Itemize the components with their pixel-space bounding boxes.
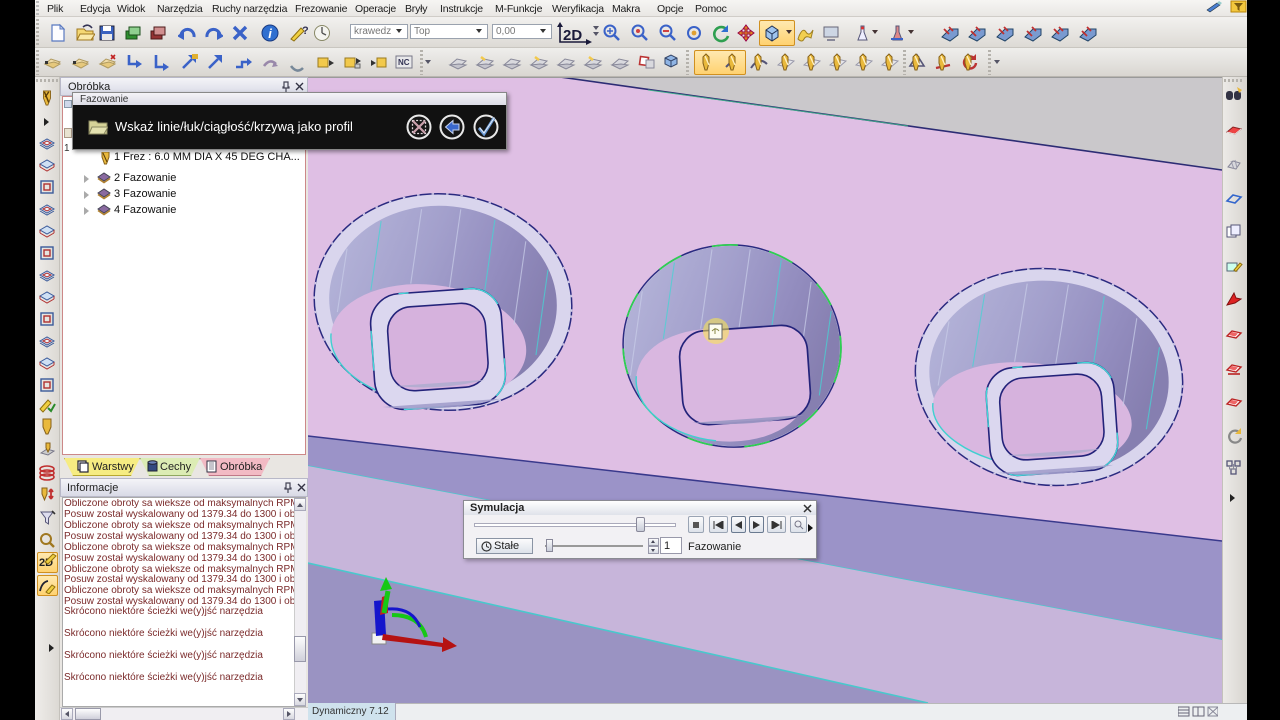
svg-text:?: ? xyxy=(302,25,308,37)
svg-text:i: i xyxy=(268,26,272,41)
svg-text:NC: NC xyxy=(398,58,410,67)
svg-text:2D: 2D xyxy=(563,27,582,44)
